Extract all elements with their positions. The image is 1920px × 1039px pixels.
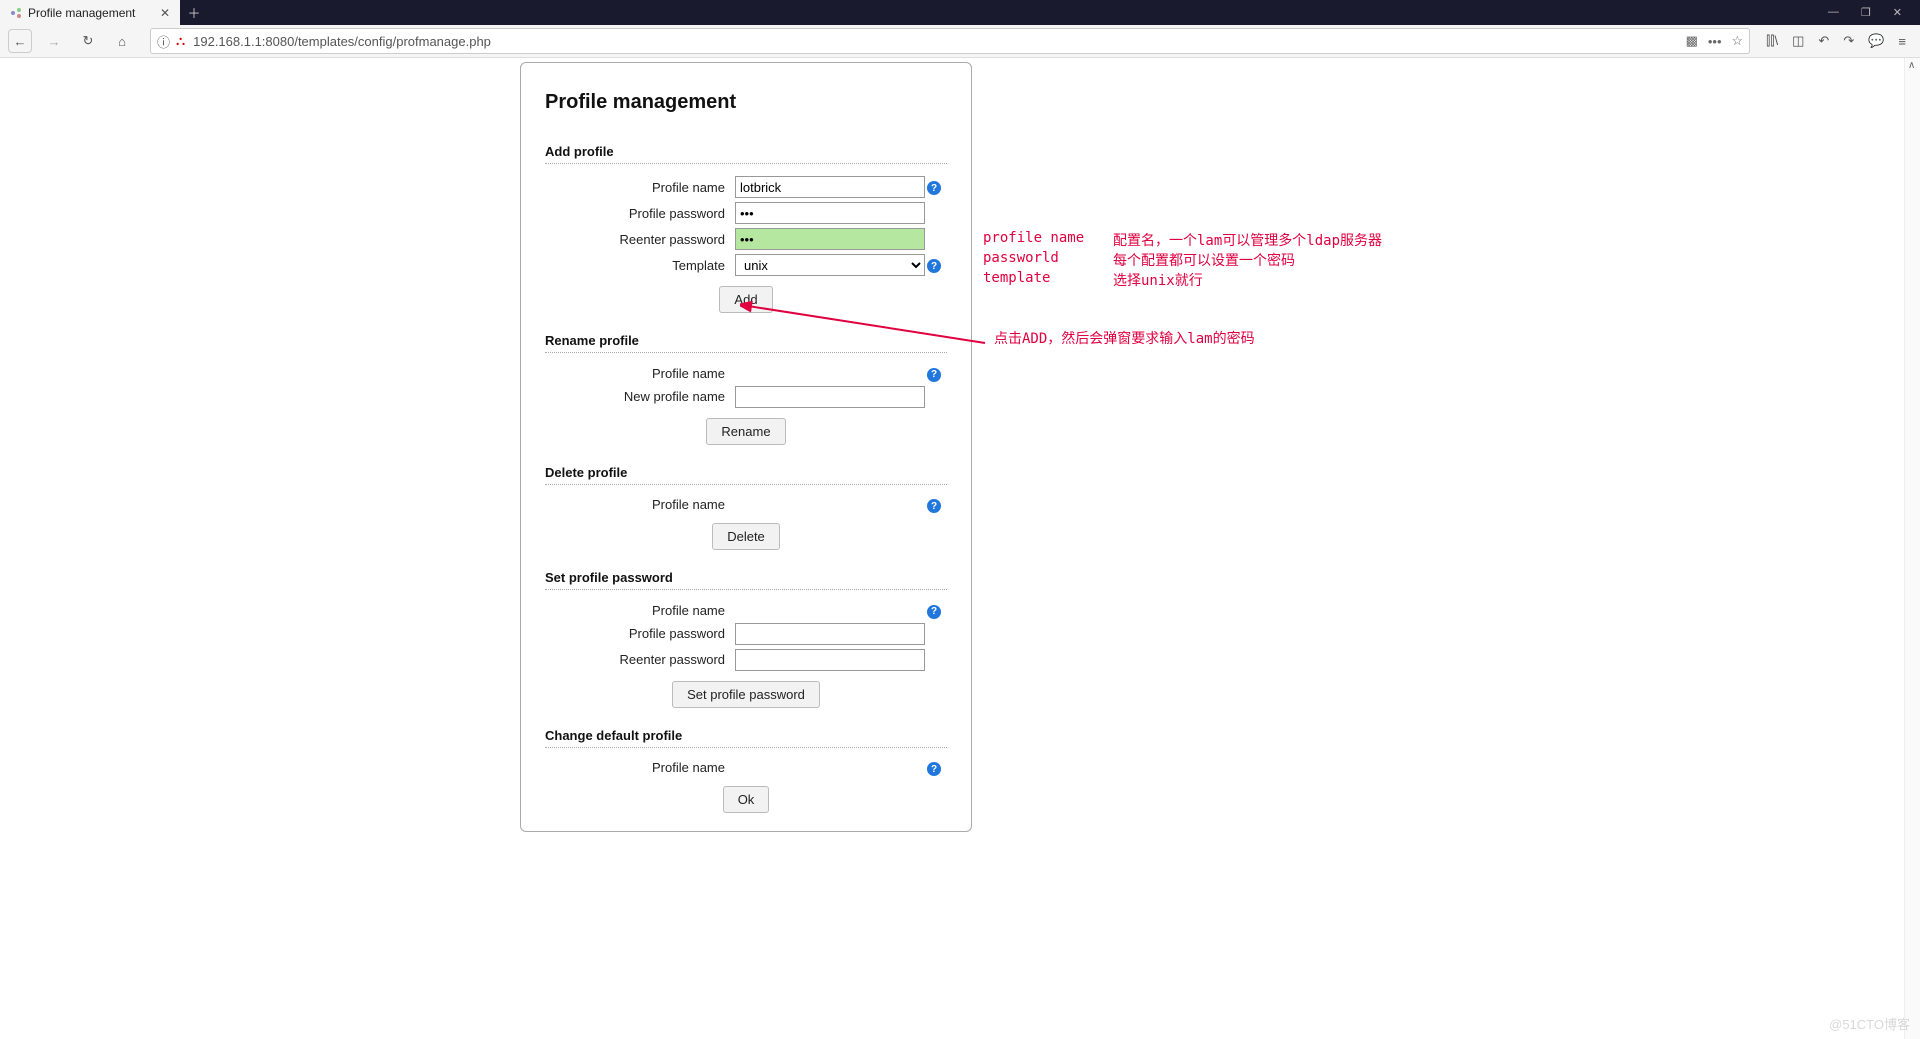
annotation-table: profile name配置名，一个lam可以管理多个ldap服务器 passw… <box>983 198 1382 322</box>
new-tab-button[interactable]: ＋ <box>180 0 208 25</box>
add-profile-password-label: Profile password <box>545 206 735 221</box>
help-icon[interactable]: ? <box>927 368 941 382</box>
set-password-section: Set profile password Profile name ? Prof… <box>545 570 947 708</box>
setpw-password-input[interactable] <box>735 623 925 645</box>
add-profile-name-label: Profile name <box>545 180 735 195</box>
rename-profile-section: Rename profile Profile name ? New profil… <box>545 333 947 445</box>
help-icon[interactable]: ? <box>927 762 941 776</box>
tabs-row: Profile management ✕ ＋ <box>0 0 208 25</box>
undo-icon[interactable]: ↶ <box>1818 33 1829 49</box>
close-window-icon[interactable]: ✕ <box>1893 6 1902 19</box>
ok-button[interactable]: Ok <box>723 786 770 813</box>
home-button[interactable]: ⌂ <box>110 29 134 53</box>
rename-profile-name-label: Profile name <box>545 366 735 381</box>
add-profile-section: Add profile Profile name ? Profile passw… <box>545 144 947 313</box>
setpw-legend: Set profile password <box>545 570 947 590</box>
delete-legend: Delete profile <box>545 465 947 485</box>
viewport: ∧ Profile management Add profile Profile… <box>0 58 1920 1039</box>
delete-profile-section: Delete profile Profile name ? Delete <box>545 465 947 551</box>
info-icon[interactable]: ⓘ <box>157 32 170 51</box>
chat-icon[interactable]: 💬 <box>1868 33 1884 49</box>
set-password-button[interactable]: Set profile password <box>672 681 820 708</box>
menu-icon[interactable]: ≡ <box>1898 34 1906 49</box>
add-reenter-password-input[interactable] <box>735 228 925 250</box>
minimize-icon[interactable]: — <box>1828 6 1839 19</box>
insecure-icon: ⛬ <box>176 33 185 49</box>
setpw-profile-name-label: Profile name <box>545 603 735 618</box>
default-legend: Change default profile <box>545 728 947 748</box>
add-button[interactable]: Add <box>719 286 772 313</box>
maximize-icon[interactable]: ❐ <box>1861 6 1871 19</box>
annotation-arrow-text: 点击ADD，然后会弹窗要求输入lam的密码 <box>994 328 1255 348</box>
help-icon[interactable]: ? <box>927 605 941 619</box>
setpw-reenter-input[interactable] <box>735 649 925 671</box>
add-profile-name-input[interactable] <box>735 176 925 198</box>
setpw-reenter-label: Reenter password <box>545 652 735 667</box>
forward-button: → <box>42 29 66 53</box>
rename-legend: Rename profile <box>545 333 947 353</box>
tab-title: Profile management <box>28 6 135 20</box>
window-controls: — ❐ ✕ <box>1828 6 1920 19</box>
scrollbar[interactable]: ∧ <box>1904 58 1920 1039</box>
url-input[interactable] <box>191 34 1679 49</box>
help-icon[interactable]: ? <box>927 259 941 273</box>
tab-close-icon[interactable]: ✕ <box>160 6 170 20</box>
browser-tab[interactable]: Profile management ✕ <box>0 0 180 25</box>
rename-new-name-input[interactable] <box>735 386 925 408</box>
add-profile-password-input[interactable] <box>735 202 925 224</box>
redo-icon[interactable]: ↷ <box>1843 33 1854 49</box>
default-profile-name-label: Profile name <box>545 760 735 775</box>
more-icon[interactable]: ••• <box>1708 34 1722 49</box>
add-reenter-password-label: Reenter password <box>545 232 735 247</box>
help-icon[interactable]: ? <box>927 499 941 513</box>
add-profile-legend: Add profile <box>545 144 947 164</box>
navbar: ← → ↻ ⌂ ⓘ ⛬ ▩ ••• ☆ ⫿⫿\ ◫ ↶ ↷ 💬 ≡ <box>0 25 1920 58</box>
delete-button[interactable]: Delete <box>712 523 780 550</box>
help-icon[interactable]: ? <box>927 181 941 195</box>
address-bar[interactable]: ⓘ ⛬ ▩ ••• ☆ <box>150 28 1750 54</box>
titlebar: Profile management ✕ ＋ — ❐ ✕ <box>0 0 1920 25</box>
bookmark-icon[interactable]: ☆ <box>1732 33 1744 49</box>
rename-button[interactable]: Rename <box>706 418 785 445</box>
library-icon[interactable]: ⫿⫿\ <box>1766 33 1778 49</box>
delete-profile-name-label: Profile name <box>545 497 735 512</box>
back-button[interactable]: ← <box>8 29 32 53</box>
tab-favicon <box>10 7 22 19</box>
reload-button[interactable]: ↻ <box>76 29 100 53</box>
page-title: Profile management <box>545 91 947 114</box>
profile-management-panel: Profile management Add profile Profile n… <box>520 62 972 832</box>
default-profile-section: Change default profile Profile name ? Ok <box>545 728 947 814</box>
watermark: @51CTO博客 <box>1829 1014 1910 1033</box>
qr-icon[interactable]: ▩ <box>1686 33 1698 49</box>
rename-new-name-label: New profile name <box>545 389 735 404</box>
sidebar-icon[interactable]: ◫ <box>1792 33 1804 49</box>
add-template-select[interactable]: unix <box>735 254 925 276</box>
setpw-password-label: Profile password <box>545 626 735 641</box>
add-template-label: Template <box>545 258 735 273</box>
